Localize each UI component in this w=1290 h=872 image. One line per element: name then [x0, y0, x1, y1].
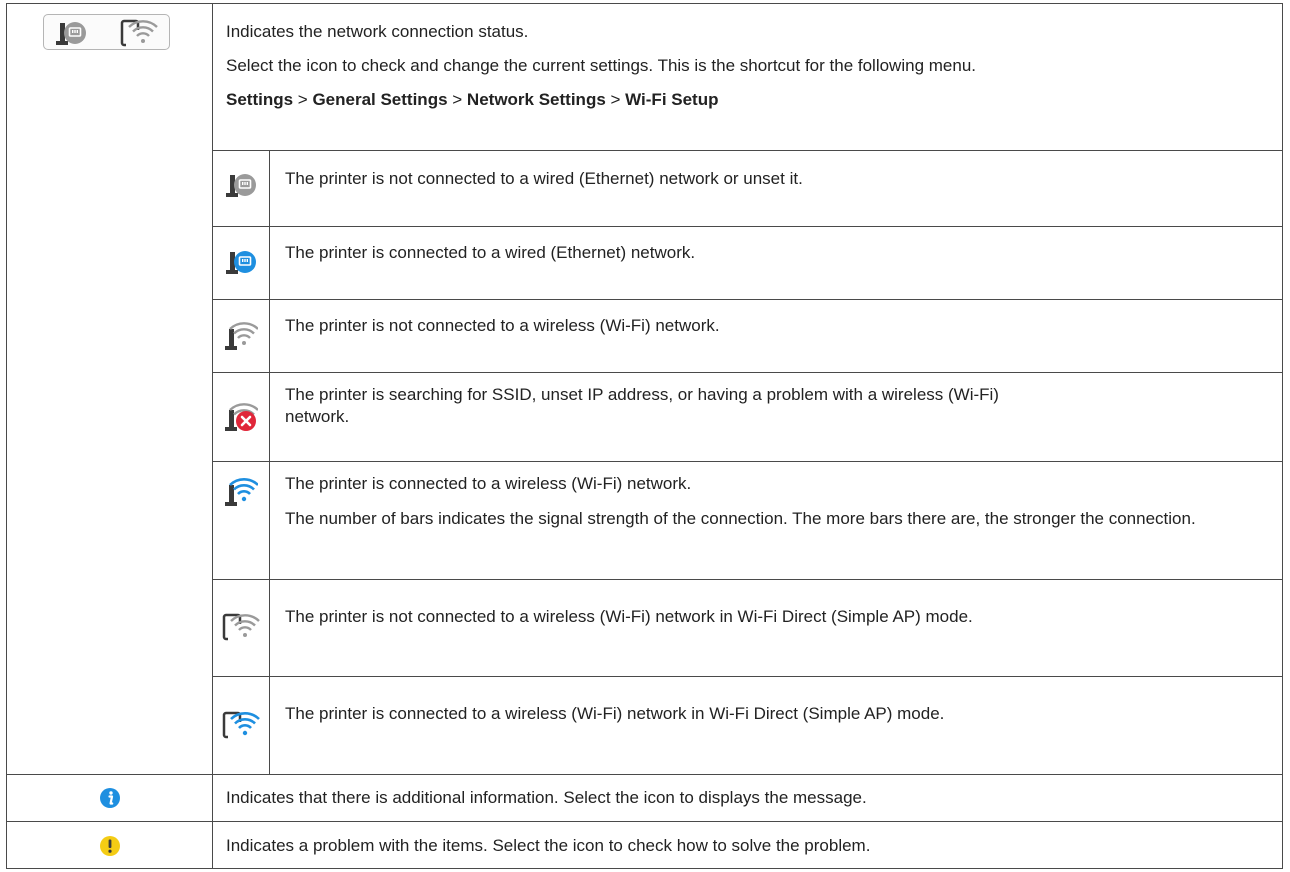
state-text: The printer is not connected to a wirele…: [285, 316, 720, 335]
warning-icon[interactable]: [99, 835, 121, 857]
wifi-direct-disconnected-icon: [222, 612, 260, 642]
state-text: The printer is not connected to a wirele…: [285, 607, 973, 626]
info-icon[interactable]: [99, 787, 121, 809]
state-text: The printer is connected to a wireless (…: [285, 474, 692, 493]
state-row-wifi-direct-connected: The printer is connected to a wireless (…: [212, 677, 1283, 775]
wifi-error-icon: [224, 402, 258, 432]
info-description: Indicates that there is additional infor…: [226, 788, 867, 807]
state-row-wifi-disconnected: The printer is not connected to a wirele…: [212, 300, 1283, 373]
wifi-direct-disconnected-icon: [120, 18, 158, 48]
ethernet-connected-icon: [224, 248, 258, 276]
ethernet-disconnected-icon: [54, 19, 88, 47]
state-text: The printer is searching for SSID, unset…: [285, 385, 999, 426]
wifi-connected-icon: [224, 477, 258, 507]
state-row-wifi-connected: The printer is connected to a wireless (…: [212, 462, 1283, 580]
info-row: Indicates that there is additional infor…: [7, 775, 1282, 822]
network-status-description: Indicates the network connection status.: [226, 22, 529, 41]
menu-path-network-settings: Network Settings: [466, 90, 606, 109]
menu-path-wifi-setup: Wi-Fi Setup: [625, 90, 719, 109]
network-states-table: The printer is not connected to a wired …: [212, 150, 1283, 775]
ethernet-disconnected-icon: [224, 171, 258, 199]
signal-strength-note: The number of bars indicates the signal …: [285, 509, 1196, 528]
network-icon-cell: [7, 4, 213, 774]
warning-row: Indicates a problem with the items. Sele…: [7, 822, 1282, 869]
wifi-disconnected-icon: [224, 321, 258, 351]
state-row-wifi-error: The printer is searching for SSID, unset…: [212, 373, 1283, 462]
network-status-row: Indicates the network connection status.…: [7, 4, 1283, 775]
state-row-ethernet-connected: The printer is connected to a wired (Eth…: [212, 227, 1283, 300]
menu-path-settings: Settings: [226, 90, 294, 109]
network-status-button[interactable]: [43, 14, 170, 50]
state-row-ethernet-disconnected: The printer is not connected to a wired …: [212, 151, 1283, 227]
state-row-wifi-direct-disconnected: The printer is not connected to a wirele…: [212, 580, 1283, 677]
warning-description: Indicates a problem with the items. Sele…: [226, 836, 871, 855]
menu-path-general-settings: General Settings: [312, 90, 448, 109]
state-text: The printer is connected to a wired (Eth…: [285, 243, 696, 262]
network-shortcut-description: Select the icon to check and change the …: [226, 56, 976, 75]
state-text: The printer is not connected to a wired …: [285, 169, 803, 188]
icon-legend-table: Indicates the network connection status.…: [6, 3, 1283, 869]
menu-path: Settings > General Settings > Network Se…: [226, 90, 719, 109]
state-text: The printer is connected to a wireless (…: [285, 704, 945, 723]
wifi-direct-connected-icon: [222, 710, 260, 740]
